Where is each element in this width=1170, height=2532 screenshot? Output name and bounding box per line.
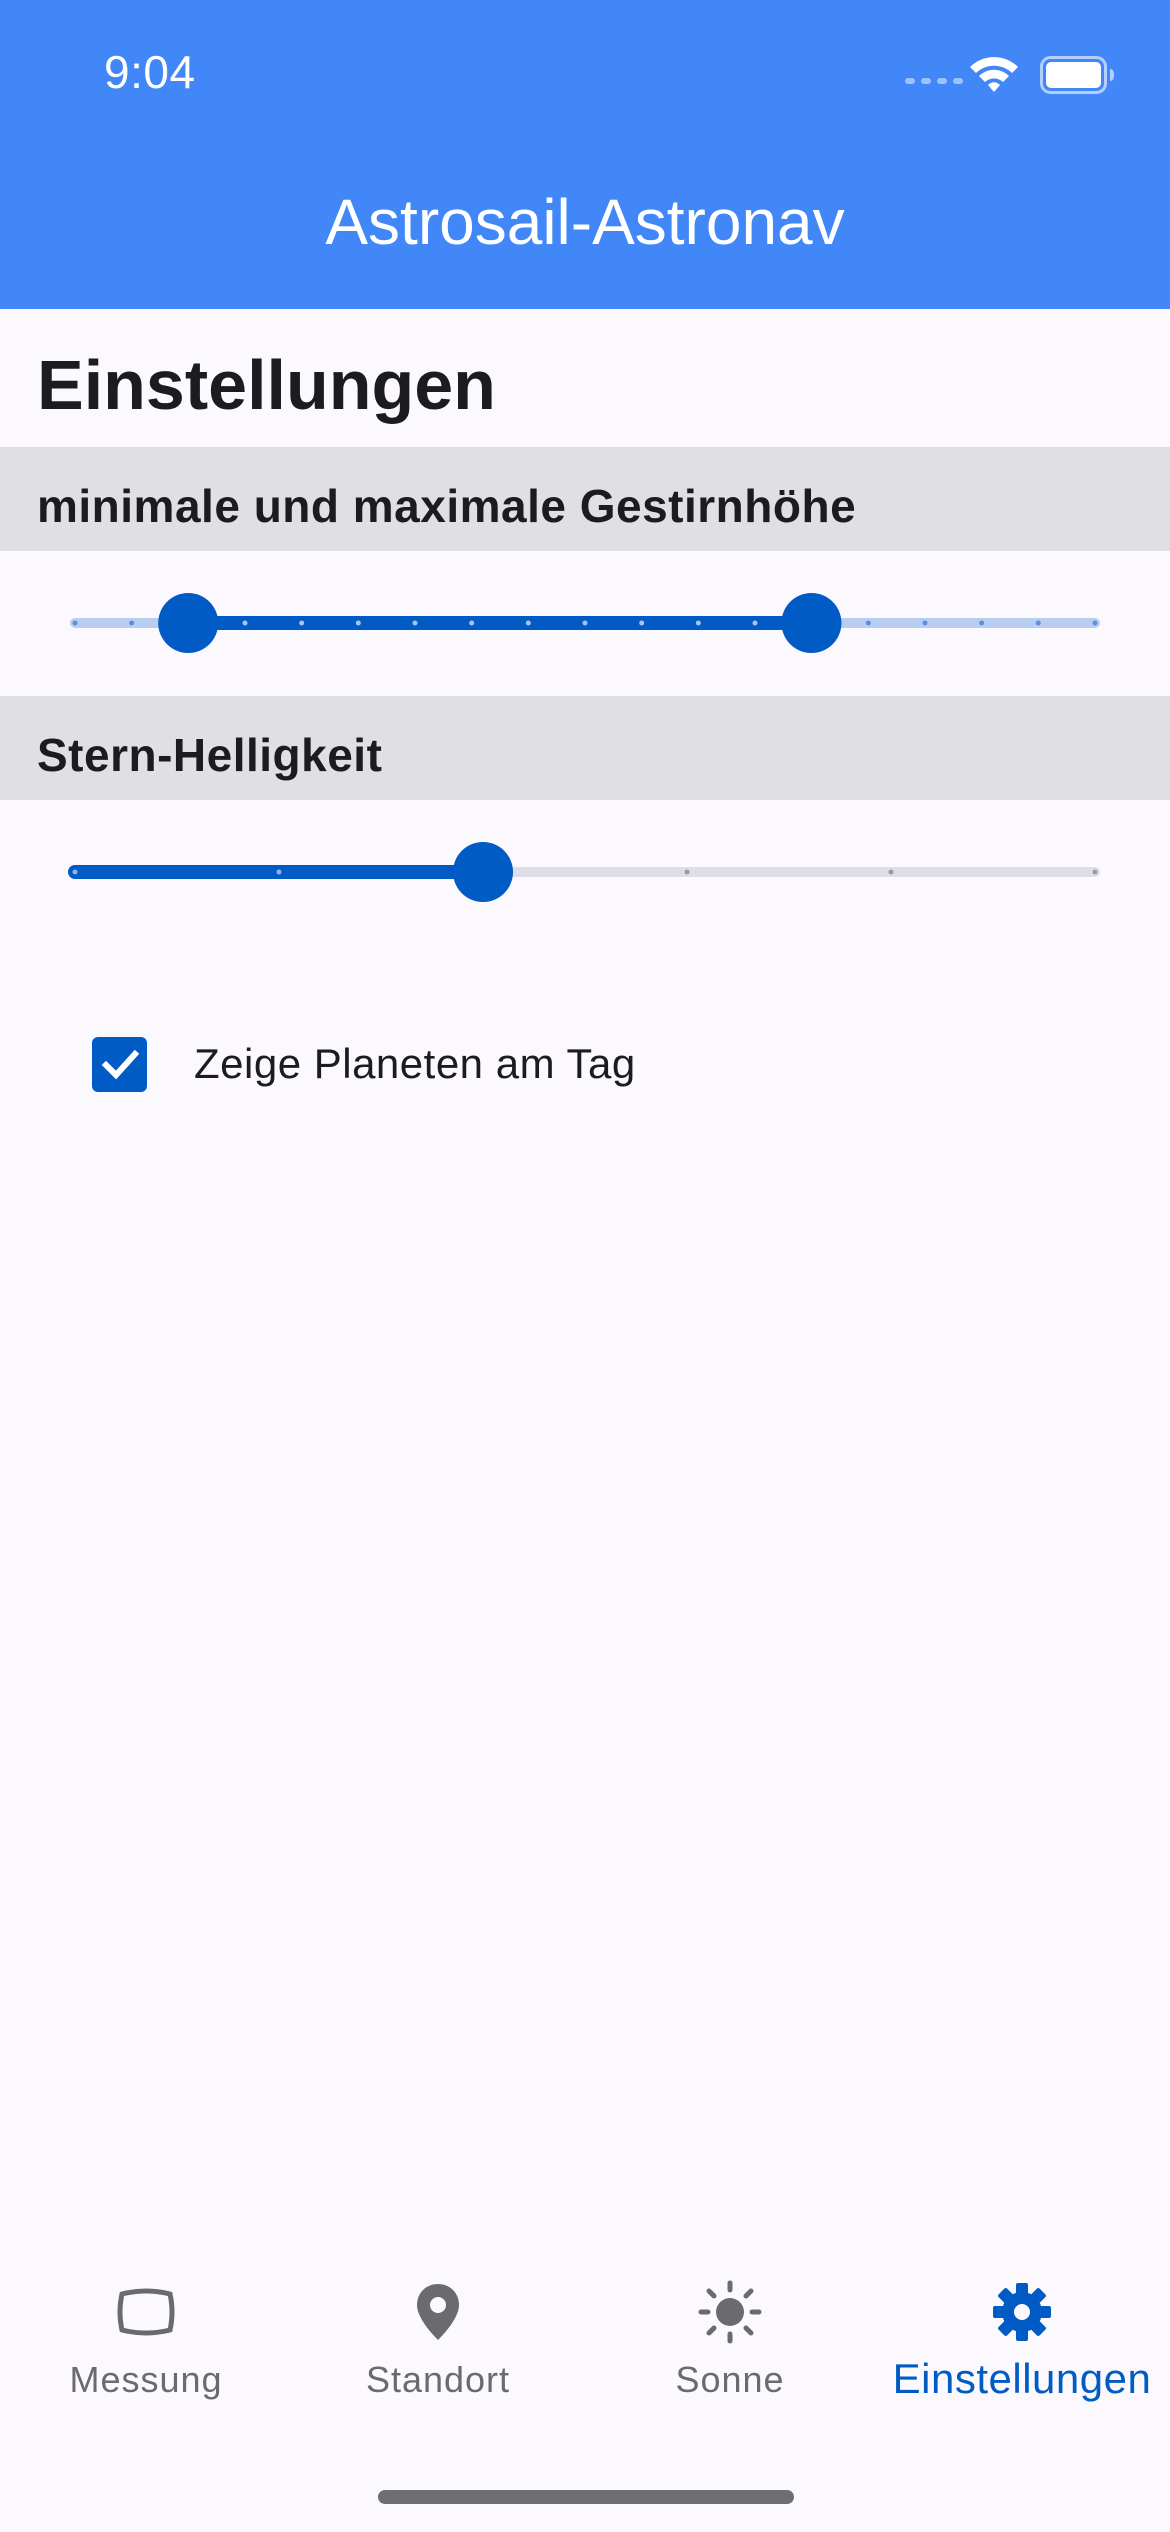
- star-brightness-slider[interactable]: [60, 832, 1110, 912]
- tv-frame-icon: [117, 2288, 175, 2336]
- tick-mark: [72, 620, 78, 626]
- battery-icon: [1040, 56, 1114, 94]
- tick-mark: [299, 620, 305, 626]
- tick-mark: [888, 869, 894, 875]
- show-planets-label: Zeige Planeten am Tag: [194, 1040, 636, 1087]
- tick-mark: [1092, 869, 1098, 875]
- sun-icon: [698, 2280, 762, 2344]
- show-planets-checkbox[interactable]: [92, 1036, 147, 1092]
- tick-mark: [979, 620, 985, 626]
- wifi-icon: [970, 57, 1018, 92]
- tick-mark: [72, 869, 78, 875]
- page-title: Einstellungen: [37, 346, 496, 424]
- nav-label-standort: Standort: [365, 2359, 511, 2400]
- tick-mark: [525, 620, 531, 626]
- checkmark-icon: [101, 1049, 139, 1080]
- tick-mark: [355, 620, 361, 626]
- location-pin-icon: [417, 2284, 459, 2340]
- app-bar: 9:04 Astrosail-Astronav: [0, 0, 1170, 309]
- nav-label-messung: Messung: [69, 2359, 223, 2400]
- tick-mark: [639, 620, 645, 626]
- nav-label-sonne: Sonne: [675, 2359, 785, 2400]
- section-header-altitude: minimale und maximale Gestirnhöhe: [0, 447, 1170, 551]
- nav-item-messung[interactable]: Messung: [0, 2255, 292, 2435]
- screen: 9:04 Astrosail-Astronav Einstellungen mi…: [0, 0, 1170, 2532]
- show-planets-daytime-row[interactable]: Zeige Planeten am Tag: [92, 1036, 636, 1092]
- tick-mark: [412, 620, 418, 626]
- home-indicator: [378, 2490, 794, 2504]
- tick-mark: [242, 620, 248, 626]
- nav-item-sonne[interactable]: Sonne: [584, 2255, 876, 2435]
- nav-item-standort[interactable]: Standort: [292, 2255, 584, 2435]
- tick-mark: [684, 869, 690, 875]
- section-header-brightness-label: Stern-Helligkeit: [37, 729, 383, 781]
- tick-mark: [469, 620, 475, 626]
- section-header-altitude-label: minimale und maximale Gestirnhöhe: [37, 480, 857, 532]
- nav-label-einstellungen: Einstellungen: [892, 2355, 1152, 2402]
- tick-mark: [752, 620, 758, 626]
- tick-mark: [129, 620, 135, 626]
- altitude-max-thumb[interactable]: [779, 591, 843, 655]
- cellular-signal-icon: [905, 78, 963, 84]
- altitude-min-thumb[interactable]: [156, 591, 220, 655]
- gear-icon: [993, 2283, 1051, 2341]
- nav-item-einstellungen[interactable]: Einstellungen: [876, 2255, 1168, 2435]
- star-brightness-thumb[interactable]: [451, 840, 515, 904]
- tick-mark: [922, 620, 928, 626]
- status-time: 9:04: [104, 46, 196, 98]
- tick-mark: [276, 869, 282, 875]
- status-icons: [905, 52, 1115, 96]
- tick-mark: [695, 620, 701, 626]
- star-brightness-slider-track: [68, 842, 1100, 902]
- tick-mark: [865, 620, 871, 626]
- tick-mark: [1092, 620, 1098, 626]
- tick-mark: [582, 620, 588, 626]
- bottom-navigation: Messung Standort Sonne Einstellungen: [0, 2255, 1170, 2532]
- app-title: Astrosail-Astronav: [325, 186, 845, 258]
- section-header-brightness: Stern-Helligkeit: [0, 696, 1170, 800]
- altitude-range-slider[interactable]: [60, 583, 1110, 663]
- tick-mark: [1035, 620, 1041, 626]
